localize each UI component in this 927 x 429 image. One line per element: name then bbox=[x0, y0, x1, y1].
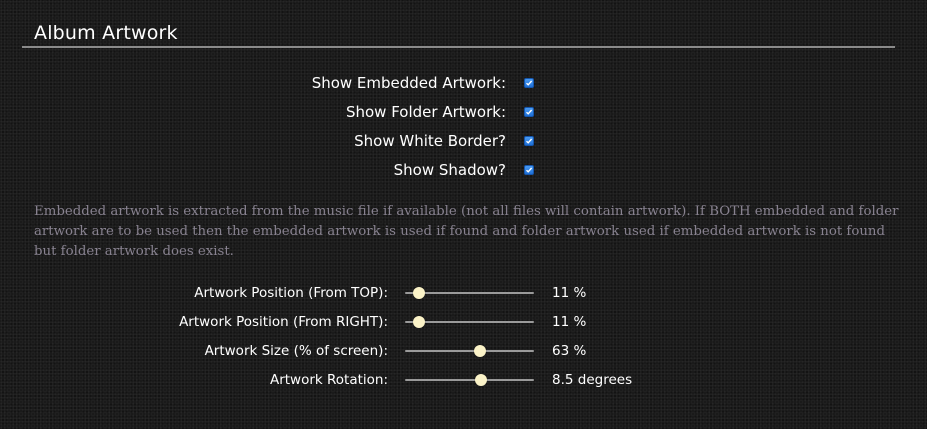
slider-row-position-top: Artwork Position (From TOP): 11 % bbox=[0, 282, 927, 306]
section-title: Album Artwork bbox=[34, 22, 178, 44]
option-show-folder-artwork: Show Folder Artwork: bbox=[0, 101, 540, 125]
slider-label: Artwork Position (From TOP): bbox=[194, 285, 388, 301]
artwork-rotation-slider[interactable] bbox=[405, 374, 534, 386]
option-show-shadow: Show Shadow? bbox=[0, 159, 540, 183]
slider-value: 11 % bbox=[552, 285, 587, 301]
slider-label: Artwork Position (From RIGHT): bbox=[179, 314, 388, 330]
show-folder-artwork-checkbox[interactable] bbox=[524, 107, 534, 117]
slider-value: 63 % bbox=[552, 343, 587, 359]
show-white-border-checkbox[interactable] bbox=[524, 136, 534, 146]
slider-value: 8.5 degrees bbox=[552, 372, 633, 388]
show-embedded-artwork-checkbox[interactable] bbox=[524, 78, 534, 88]
section-divider bbox=[22, 46, 895, 48]
artwork-size-slider[interactable] bbox=[405, 345, 534, 357]
position-right-slider[interactable] bbox=[405, 316, 534, 328]
slider-row-artwork-rotation: Artwork Rotation: 8.5 degrees bbox=[0, 369, 927, 393]
slider-row-position-right: Artwork Position (From RIGHT): 11 % bbox=[0, 311, 927, 335]
option-label: Show White Border? bbox=[354, 132, 506, 150]
slider-value: 11 % bbox=[552, 314, 587, 330]
option-label: Show Shadow? bbox=[393, 161, 506, 179]
slider-thumb[interactable] bbox=[475, 374, 488, 386]
slider-thumb[interactable] bbox=[473, 345, 486, 357]
artwork-description: Embedded artwork is extracted from the m… bbox=[34, 204, 899, 259]
slider-thumb[interactable] bbox=[413, 316, 426, 328]
option-show-embedded-artwork: Show Embedded Artwork: bbox=[0, 72, 540, 96]
slider-row-artwork-size: Artwork Size (% of screen): 63 % bbox=[0, 340, 927, 364]
slider-thumb[interactable] bbox=[413, 287, 426, 299]
option-show-white-border: Show White Border? bbox=[0, 130, 540, 154]
option-label: Show Embedded Artwork: bbox=[311, 74, 506, 92]
show-shadow-checkbox[interactable] bbox=[524, 165, 534, 175]
slider-label: Artwork Rotation: bbox=[269, 372, 388, 388]
slider-label: Artwork Size (% of screen): bbox=[204, 343, 388, 359]
position-top-slider[interactable] bbox=[405, 287, 534, 299]
option-label: Show Folder Artwork: bbox=[345, 103, 506, 121]
